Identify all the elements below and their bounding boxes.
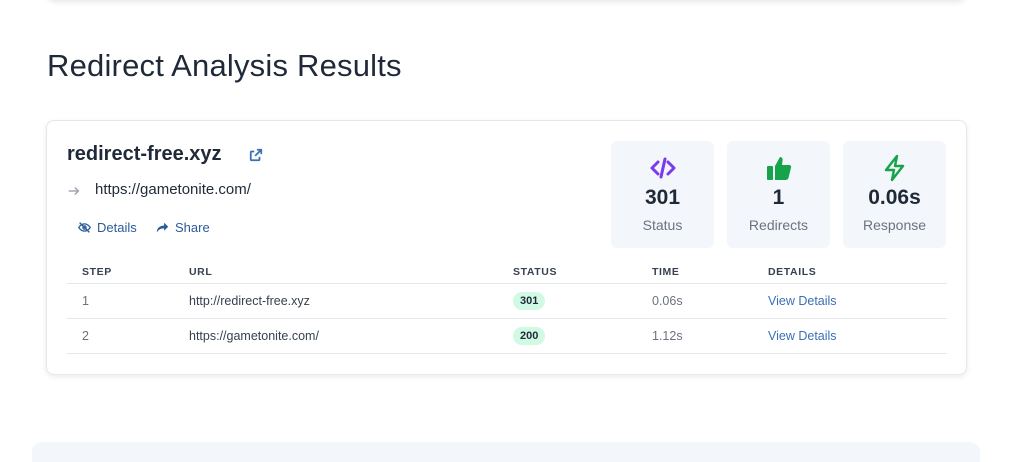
stat-status: 301 Status [611, 141, 714, 248]
stat-response: 0.06s Response [843, 141, 946, 248]
view-details-link[interactable]: View Details [768, 329, 837, 343]
stat-label: Redirects [748, 217, 809, 233]
url-cell: http://redirect-free.xyz [189, 283, 513, 319]
stat-value: 0.06s [868, 186, 921, 209]
page-title: Redirect Analysis Results [47, 48, 402, 83]
view-details-link[interactable]: View Details [768, 294, 837, 308]
share-label: Share [175, 220, 210, 235]
share-button[interactable]: Share [156, 220, 210, 235]
lightning-icon [884, 154, 904, 182]
stat-value: 301 [644, 186, 681, 209]
column-header-url: URL [189, 261, 513, 284]
stat-redirects: 1 Redirects [727, 141, 830, 248]
column-header-step: STEP [67, 261, 189, 284]
status-badge: 301 [513, 292, 546, 310]
thumbs-up-icon [766, 157, 791, 180]
next-section [32, 442, 980, 462]
eye-slash-icon [78, 222, 91, 233]
details-cell: View Details [768, 318, 947, 354]
details-label: Details [97, 220, 137, 235]
arrow-right-icon [68, 187, 80, 195]
status-badge: 200 [513, 327, 546, 345]
status-cell: 301 [513, 283, 652, 319]
table-row: 1 http://redirect-free.xyz 301 0.06s Vie… [67, 283, 947, 319]
details-cell: View Details [768, 283, 947, 319]
external-link-icon[interactable] [249, 148, 263, 162]
details-button[interactable]: Details [78, 220, 137, 235]
final-url: https://gametonite.com/ [95, 181, 251, 198]
domain-name: redirect-free.xyz [67, 143, 222, 165]
time-cell: 0.06s [652, 283, 768, 319]
stat-value: 1 [772, 186, 785, 209]
step-cell: 1 [67, 283, 189, 319]
share-icon [156, 222, 169, 233]
stat-label: Status [642, 217, 683, 233]
step-cell: 2 [67, 318, 189, 354]
column-header-status: STATUS [513, 261, 652, 284]
status-cell: 200 [513, 318, 652, 354]
table-header-row: STEP URL STATUS TIME DETAILS [67, 261, 947, 284]
code-icon [650, 157, 675, 179]
time-cell: 1.12s [652, 318, 768, 354]
column-header-time: TIME [652, 261, 768, 284]
redirect-table: STEP URL STATUS TIME DETAILS 1 http://re… [67, 261, 947, 354]
column-header-details: DETAILS [768, 261, 947, 284]
stat-label: Response [862, 217, 927, 233]
table-row: 2 https://gametonite.com/ 200 1.12s View… [67, 318, 947, 354]
result-card: redirect-free.xyz https://gametonite.com… [46, 120, 967, 375]
url-cell: https://gametonite.com/ [189, 318, 513, 354]
